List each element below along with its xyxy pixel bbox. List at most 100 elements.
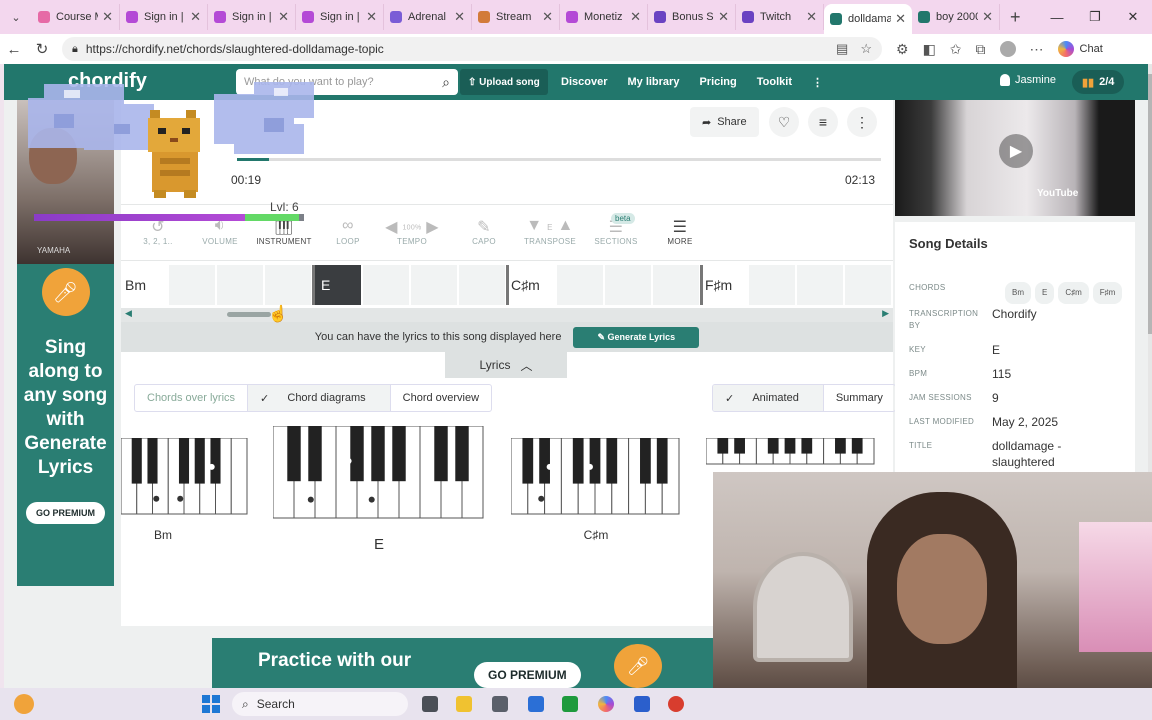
scroll-thumb[interactable] — [227, 312, 271, 317]
tab-close-icon[interactable]: ✕ — [806, 9, 817, 25]
more-icon[interactable]: ⋯ — [1030, 41, 1044, 58]
close-window-icon[interactable]: ✕ — [1114, 0, 1152, 34]
scroll-right-icon[interactable]: ▶ — [882, 308, 889, 319]
countdown-tool[interactable]: ↺ 3, 2, 1.. — [125, 217, 191, 246]
nav-pricing[interactable]: Pricing — [699, 76, 736, 88]
add-to-playlist-button[interactable]: ≡ — [808, 107, 838, 137]
favorite-heart-button[interactable]: ♡ — [769, 107, 799, 137]
minimize-icon[interactable]: — — [1038, 0, 1076, 34]
tab-close-icon[interactable]: ✕ — [278, 9, 289, 25]
beat-cell[interactable] — [845, 265, 891, 305]
tab-close-icon[interactable]: ✕ — [542, 9, 553, 25]
tab-close-icon[interactable]: ✕ — [190, 9, 201, 25]
browser-tab[interactable]: Sign in | ✕ — [208, 4, 296, 30]
taskbar-search[interactable]: ⌕ Search — [232, 692, 408, 716]
favorite-star-icon[interactable]: ☆ — [860, 41, 872, 57]
nav-discover[interactable]: Discover — [561, 76, 607, 88]
beat-cell[interactable] — [169, 265, 215, 305]
song-counter-badge[interactable]: ▮▮ 2/4 — [1072, 70, 1125, 94]
display-summary[interactable]: Summary — [824, 385, 895, 411]
profile-avatar[interactable] — [999, 41, 1016, 57]
more-tool[interactable]: ☰ MORE — [647, 217, 713, 246]
upload-song-button[interactable]: ⇧ Upload song — [460, 69, 548, 95]
user-menu[interactable]: Jasmine — [1000, 74, 1056, 86]
beat-cell[interactable] — [217, 265, 263, 305]
browser-icon[interactable] — [668, 696, 684, 712]
nav-more-icon[interactable]: ⋮ — [812, 76, 823, 89]
browser-tab[interactable]: Monetiz ✕ — [560, 4, 648, 30]
mode-chord-diagrams[interactable]: ✓ Chord diagrams — [248, 385, 391, 411]
app-icon[interactable] — [528, 696, 544, 712]
tab-close-icon[interactable]: ✕ — [630, 9, 641, 25]
extensions-icon[interactable]: ⚙ — [896, 41, 909, 58]
browser-tab[interactable]: boy 2000 ✕ — [912, 4, 1000, 30]
page-scroll-thumb[interactable] — [1148, 74, 1152, 334]
browser-tab[interactable]: Adrenal ✕ — [384, 4, 472, 30]
capo-tool[interactable]: ✎ CAPO — [451, 217, 517, 246]
banner-go-premium-button[interactable]: GO PREMIUM — [474, 662, 581, 688]
play-icon[interactable]: ▶ — [999, 134, 1033, 168]
tab-close-icon[interactable]: ✕ — [895, 11, 906, 27]
browser-tab[interactable]: Bonus Su ✕ — [648, 4, 736, 30]
notification-badge-icon[interactable] — [14, 694, 34, 714]
tab-menu-chevron-icon[interactable]: ⌄ — [0, 0, 32, 34]
chord-timeline[interactable]: Bm E C♯m F♯m — [121, 260, 893, 308]
task-view-icon[interactable] — [422, 696, 438, 712]
restore-icon[interactable]: ❐ — [1076, 0, 1114, 34]
tempo-tool[interactable]: ◀ 100% ▶ TEMPO — [379, 217, 445, 246]
browser-tab[interactable]: Twitch ✕ — [736, 4, 824, 30]
store-icon[interactable] — [634, 696, 650, 712]
beat-cell[interactable] — [265, 265, 311, 305]
file-explorer-icon[interactable] — [456, 696, 472, 712]
nav-toolkit[interactable]: Toolkit — [757, 76, 792, 88]
windows-start-icon[interactable] — [202, 695, 220, 713]
lyrics-toggle-tab[interactable]: Lyrics ︿ — [445, 352, 567, 378]
collections-icon[interactable]: ⧉ — [976, 41, 986, 58]
transpose-tool[interactable]: ▼ E ▲ TRANSPOSE — [517, 217, 583, 246]
copilot-icon[interactable] — [598, 696, 614, 712]
browser-tab[interactable]: Sign in | ✕ — [296, 4, 384, 30]
browser-tab[interactable]: Sign in | ✕ — [120, 4, 208, 30]
playback-progress[interactable] — [237, 158, 881, 161]
mode-chords-over-lyrics[interactable]: Chords over lyrics — [135, 385, 249, 411]
settings-icon[interactable] — [492, 696, 508, 712]
chord-pill[interactable]: C♯m — [1058, 282, 1089, 304]
timeline-scrollbar[interactable]: ◀ ▶ — [121, 308, 893, 322]
display-animated[interactable]: ✓ Animated — [713, 385, 824, 411]
split-screen-icon[interactable]: ◧ — [923, 41, 936, 58]
browser-tab[interactable]: dolldama ✕ — [824, 4, 912, 34]
share-button[interactable]: ➦ Share — [690, 107, 759, 137]
tab-close-icon[interactable]: ✕ — [102, 9, 113, 25]
volume-tool[interactable]: 🔉︎ VOLUME — [187, 217, 253, 246]
youtube-video-thumbnail[interactable]: ▶ YouTube — [895, 100, 1135, 216]
scroll-left-icon[interactable]: ◀ — [125, 308, 132, 319]
chord-pill[interactable]: F♯m — [1092, 282, 1123, 304]
tab-close-icon[interactable]: ✕ — [718, 9, 729, 25]
new-tab-button[interactable]: + — [1010, 7, 1021, 28]
tab-close-icon[interactable]: ✕ — [454, 9, 465, 25]
tab-close-icon[interactable]: ✕ — [982, 9, 993, 25]
reader-icon[interactable]: ▤ — [836, 41, 848, 57]
beat-cell[interactable] — [363, 265, 409, 305]
more-options-button[interactable]: ⋮ — [847, 107, 877, 137]
browser-tab[interactable]: Stream ✕ — [472, 4, 560, 30]
beat-cell[interactable] — [459, 265, 505, 305]
tab-close-icon[interactable]: ✕ — [366, 9, 377, 25]
beat-cell[interactable] — [653, 265, 699, 305]
loop-tool[interactable]: ∞ LOOP — [315, 217, 381, 246]
mode-chord-overview[interactable]: Chord overview — [391, 385, 491, 411]
url-field[interactable]: 🔒︎ https://chordify.net/chords/slaughter… — [62, 37, 882, 61]
instrument-tool[interactable]: 🎹︎ INSTRUMENT — [251, 217, 317, 246]
browser-tab[interactable]: Course M ✕ — [32, 4, 120, 30]
go-premium-button[interactable]: GO PREMIUM — [25, 502, 105, 524]
chord-pill[interactable]: E — [1035, 282, 1055, 304]
beat-cell[interactable] — [749, 265, 795, 305]
chord-pill[interactable]: Bm — [1005, 282, 1031, 304]
favorites-icon[interactable]: ✩ — [950, 41, 962, 58]
nav-my-library[interactable]: My library — [627, 76, 679, 88]
search-icon[interactable]: ⌕ — [442, 74, 450, 91]
xbox-icon[interactable] — [562, 696, 578, 712]
beat-cell[interactable] — [557, 265, 603, 305]
beat-cell[interactable] — [605, 265, 651, 305]
generate-lyrics-button[interactable]: ✎ Generate Lyrics — [573, 326, 700, 348]
